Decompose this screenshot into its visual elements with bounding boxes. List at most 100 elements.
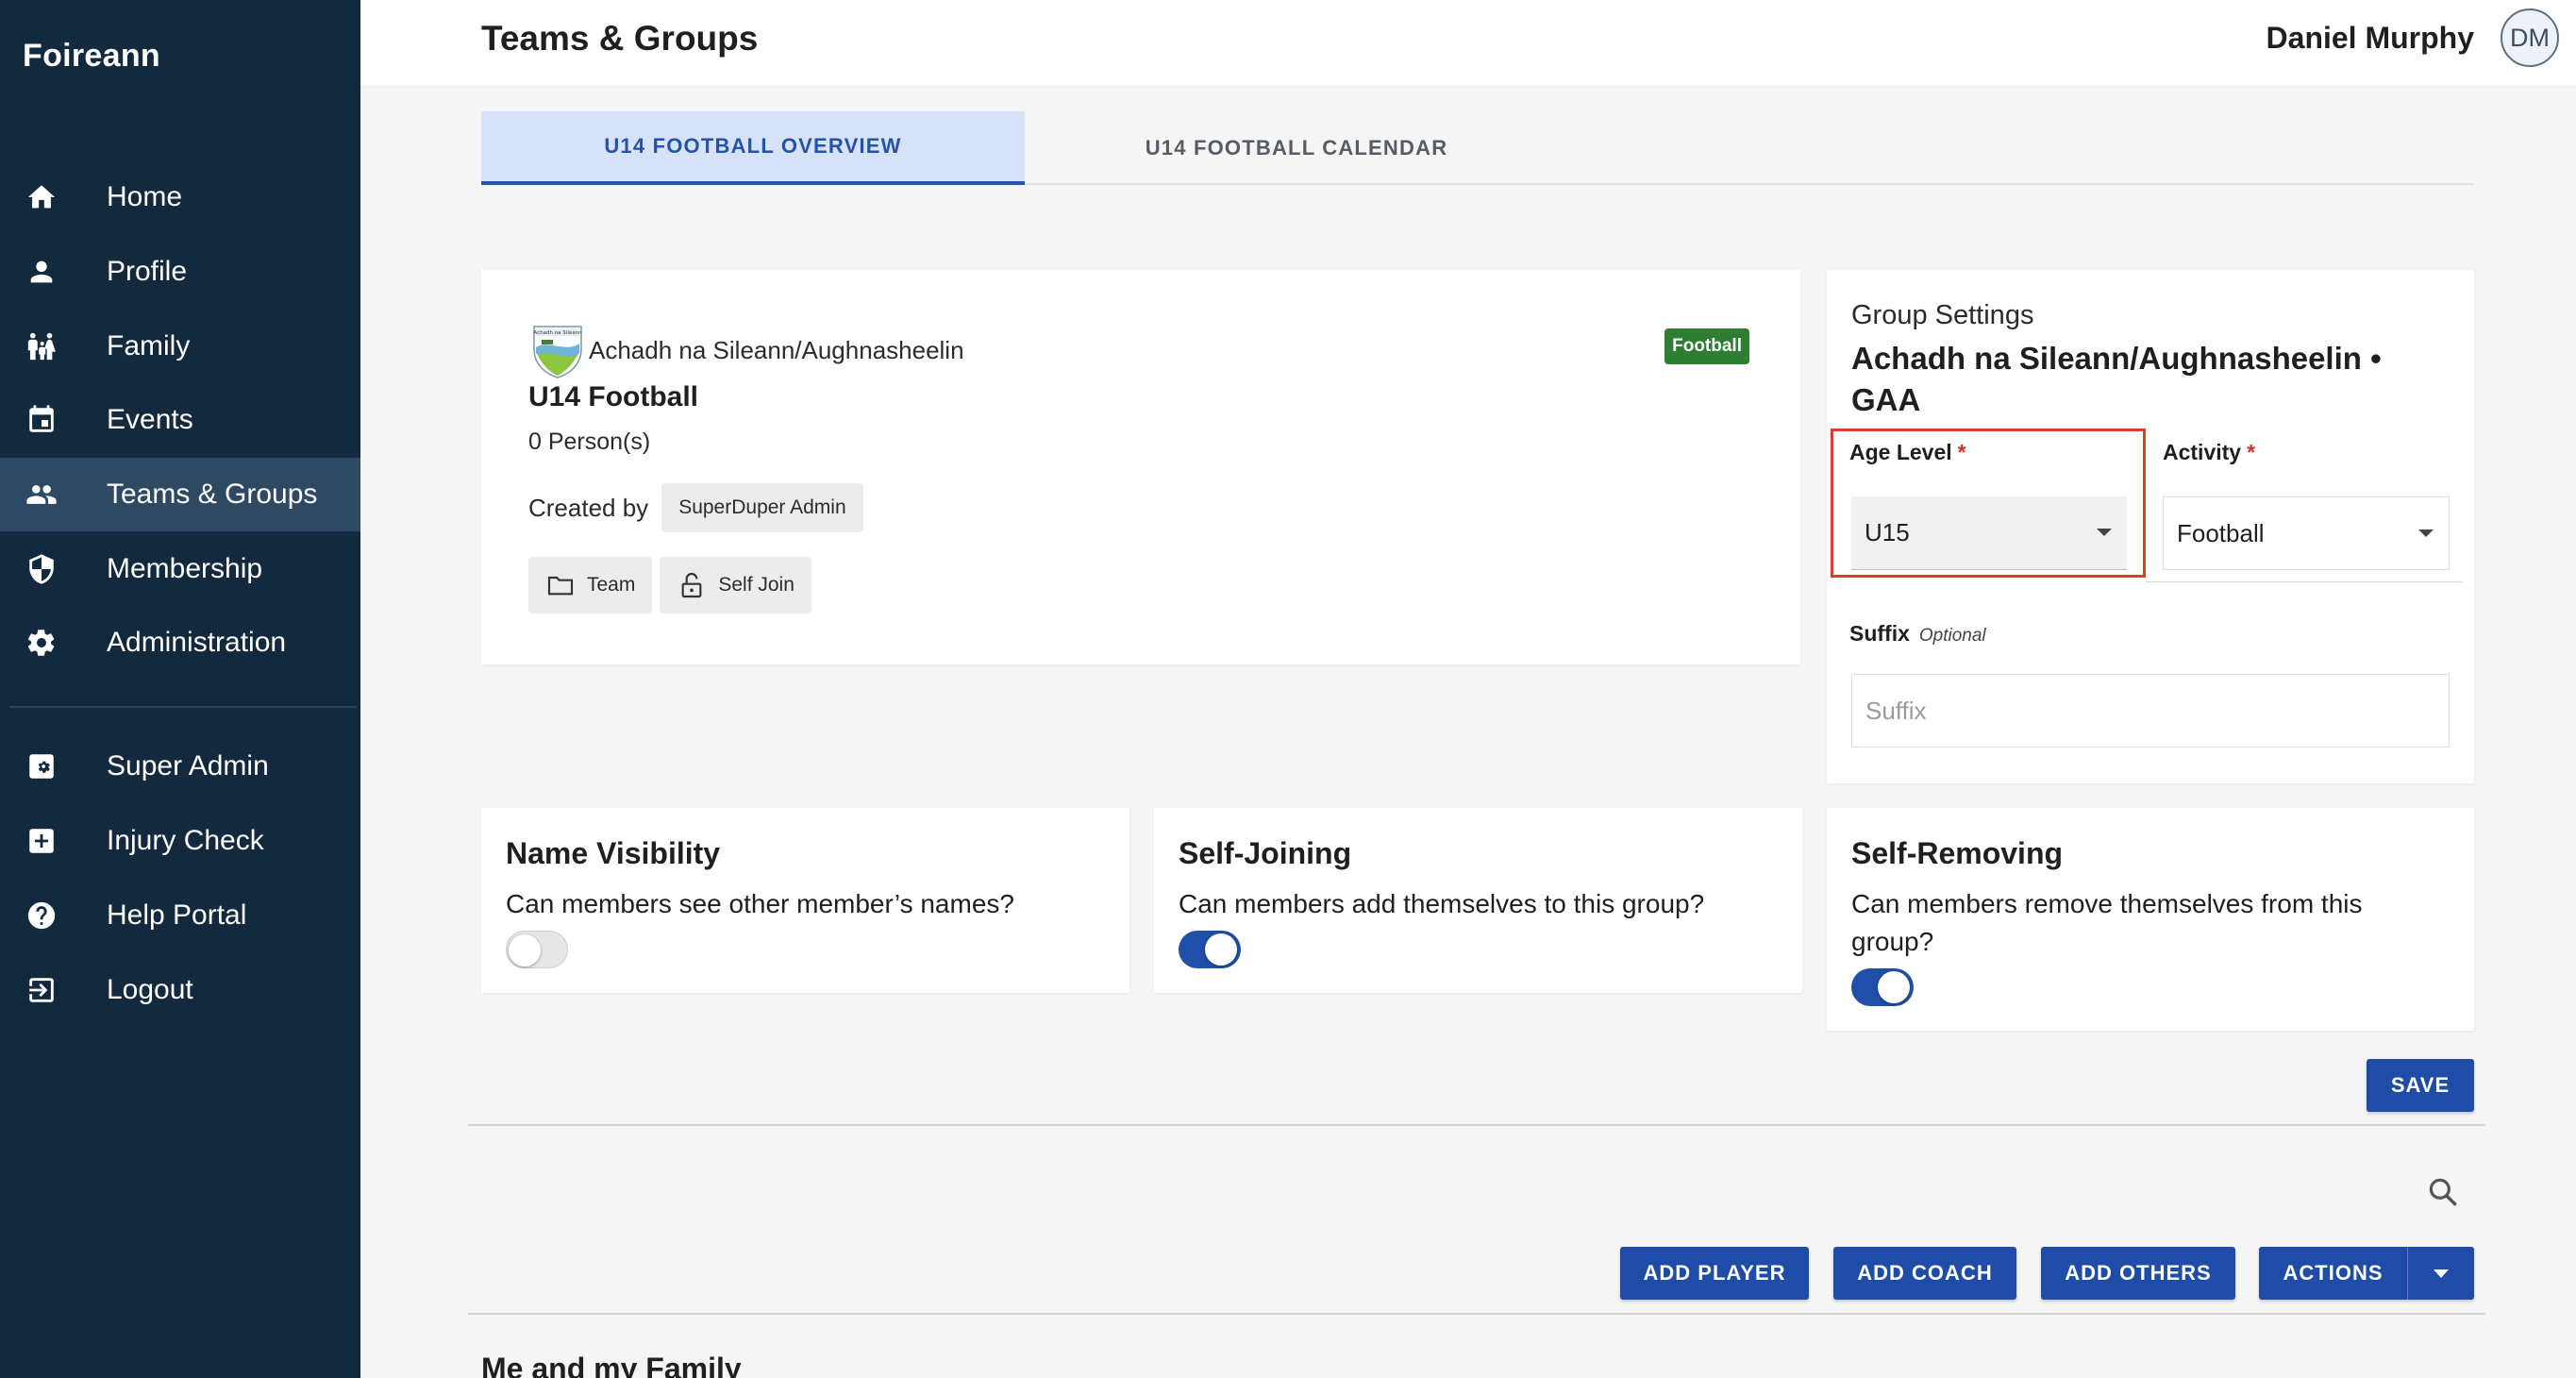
name-visibility-title: Name Visibility bbox=[506, 836, 721, 870]
chip-label: Self Join bbox=[718, 574, 795, 596]
sidebar-item-super-admin[interactable]: Super Admin bbox=[0, 730, 360, 803]
sidebar-item-home[interactable]: Home bbox=[0, 160, 360, 234]
sidebar-item-teams-groups[interactable]: Teams & Groups bbox=[0, 458, 360, 531]
toggle-knob bbox=[1878, 971, 1910, 1003]
suffix-placeholder: Suffix bbox=[1865, 696, 1927, 725]
sidebar-divider bbox=[9, 706, 357, 708]
sidebar-item-label: Administration bbox=[107, 627, 287, 658]
sidebar-item-label: Profile bbox=[107, 256, 188, 287]
help-icon bbox=[25, 899, 59, 933]
activity-label: Activity * bbox=[2163, 440, 2255, 465]
club-row: Achadh na Sileann Achadh na Sileann/Augh… bbox=[528, 321, 964, 379]
calendar-icon bbox=[25, 403, 59, 437]
age-level-highlight bbox=[1831, 429, 2146, 578]
self-joining-description: Can members add themselves to this group… bbox=[1179, 889, 1705, 918]
sidebar-item-label: Home bbox=[107, 181, 183, 212]
sidebar-item-administration[interactable]: Administration bbox=[0, 606, 360, 680]
chip-self-join: Self Join bbox=[660, 557, 811, 613]
tab-bar: U14 FOOTBALL OVERVIEW U14 FOOTBALL CALEN… bbox=[481, 111, 2474, 185]
crest-label: Achadh na Sileann bbox=[533, 330, 582, 336]
tab-calendar[interactable]: U14 FOOTBALL CALENDAR bbox=[1025, 111, 1568, 185]
caret-down-icon bbox=[2434, 1269, 2449, 1278]
club-crest-icon: Achadh na Sileann bbox=[533, 326, 582, 378]
created-by-row: Created by SuperDuper Admin bbox=[528, 483, 863, 532]
add-others-button[interactable]: ADD OTHERS bbox=[2041, 1247, 2235, 1300]
chevron-down-icon bbox=[2418, 529, 2434, 537]
sidebar-item-label: Injury Check bbox=[107, 825, 264, 856]
sidebar-item-logout[interactable]: Logout bbox=[0, 953, 360, 1027]
sidebar-item-label: Membership bbox=[107, 553, 263, 584]
self-joining-title: Self-Joining bbox=[1179, 836, 1352, 870]
self-joining-toggle[interactable] bbox=[1179, 931, 1241, 968]
gear-icon bbox=[25, 626, 59, 660]
self-removing-toggle[interactable] bbox=[1851, 968, 1914, 1006]
home-icon bbox=[25, 180, 59, 214]
activity-value: Football bbox=[2177, 518, 2265, 547]
medical-plus-icon bbox=[25, 824, 59, 858]
sidebar-item-family[interactable]: Family bbox=[0, 310, 360, 383]
shield-icon bbox=[25, 552, 59, 586]
actions-dropdown-button[interactable] bbox=[2407, 1247, 2474, 1300]
suffix-label: Suffix Optional bbox=[1849, 621, 1986, 647]
sidebar-item-events[interactable]: Events bbox=[0, 383, 360, 457]
unlock-icon bbox=[681, 573, 702, 598]
group-settings-card: Group Settings Achadh na Sileann/Aughnas… bbox=[1827, 270, 2474, 783]
admin-settings-icon bbox=[25, 749, 59, 783]
sidebar-item-injury-check[interactable]: Injury Check bbox=[0, 804, 360, 878]
sidebar: Foireann Home Profile Family Events Team… bbox=[0, 0, 360, 1378]
required-mark: * bbox=[2247, 440, 2256, 464]
suffix-optional: Optional bbox=[1918, 626, 1986, 646]
person-icon bbox=[25, 255, 59, 289]
chip-team: Team bbox=[528, 557, 653, 613]
group-type-chips: Team Self Join bbox=[528, 557, 811, 613]
sidebar-item-help-portal[interactable]: Help Portal bbox=[0, 879, 360, 952]
group-name: U14 Football bbox=[528, 381, 699, 412]
self-joining-card: Self-Joining Can members add themselves … bbox=[1154, 808, 1802, 993]
club-name: Achadh na Sileann/Aughnasheelin bbox=[589, 335, 964, 364]
group-settings-title: Group Settings bbox=[1851, 300, 2034, 330]
add-player-button[interactable]: ADD PLAYER bbox=[1620, 1247, 1809, 1300]
sidebar-item-label: Help Portal bbox=[107, 899, 247, 931]
sidebar-item-membership[interactable]: Membership bbox=[0, 532, 360, 606]
suffix-input[interactable]: Suffix bbox=[1851, 674, 2450, 748]
page-title: Teams & Groups bbox=[481, 19, 759, 58]
tab-overview[interactable]: U14 FOOTBALL OVERVIEW bbox=[481, 111, 1025, 185]
self-removing-title: Self-Removing bbox=[1851, 836, 2064, 870]
top-header: Teams & Groups Daniel Murphy DM bbox=[360, 0, 2576, 87]
name-visibility-card: Name Visibility Can members see other me… bbox=[481, 808, 1129, 993]
section-divider bbox=[468, 1124, 2485, 1126]
save-button[interactable]: SAVE bbox=[2367, 1059, 2474, 1112]
avatar[interactable]: DM bbox=[2501, 8, 2559, 67]
name-visibility-description: Can members see other member’s names? bbox=[506, 889, 1014, 918]
sidebar-item-label: Family bbox=[107, 330, 191, 361]
toggle-knob bbox=[1205, 933, 1237, 966]
sidebar-item-label: Super Admin bbox=[107, 750, 269, 781]
sidebar-item-profile[interactable]: Profile bbox=[0, 235, 360, 309]
chip-label: Team bbox=[587, 574, 636, 596]
group-icon bbox=[25, 478, 59, 512]
sport-badge: Football bbox=[1664, 328, 1749, 364]
section-divider bbox=[468, 1313, 2485, 1315]
activity-select[interactable]: Football bbox=[2163, 496, 2450, 570]
folder-icon bbox=[547, 576, 574, 596]
activity-underline bbox=[2146, 581, 2463, 582]
person-count: 0 Person(s) bbox=[528, 429, 651, 455]
toggle-knob bbox=[509, 934, 541, 966]
sidebar-item-label: Logout bbox=[107, 974, 193, 1005]
search-icon[interactable] bbox=[2425, 1174, 2461, 1210]
add-coach-button[interactable]: ADD COACH bbox=[1833, 1247, 2016, 1300]
family-section-title: Me and my Family bbox=[481, 1352, 742, 1378]
created-by-chip: SuperDuper Admin bbox=[661, 483, 863, 532]
family-icon bbox=[25, 329, 59, 363]
brand-logo[interactable]: Foireann bbox=[23, 38, 160, 75]
sidebar-item-label: Teams & Groups bbox=[107, 479, 318, 510]
user-name[interactable]: Daniel Murphy bbox=[2267, 21, 2474, 56]
self-removing-card: Self-Removing Can members remove themsel… bbox=[1827, 808, 2474, 1031]
logout-icon bbox=[25, 973, 59, 1007]
actions-button[interactable]: ACTIONS bbox=[2259, 1247, 2407, 1300]
self-removing-description: Can members remove themselves from this … bbox=[1851, 889, 2363, 956]
group-settings-subtitle: Achadh na Sileann/Aughnasheelin • GAA bbox=[1851, 341, 2382, 417]
suffix-label-text: Suffix bbox=[1849, 621, 1910, 646]
created-by-label: Created by bbox=[528, 493, 649, 522]
name-visibility-toggle[interactable] bbox=[506, 931, 568, 968]
